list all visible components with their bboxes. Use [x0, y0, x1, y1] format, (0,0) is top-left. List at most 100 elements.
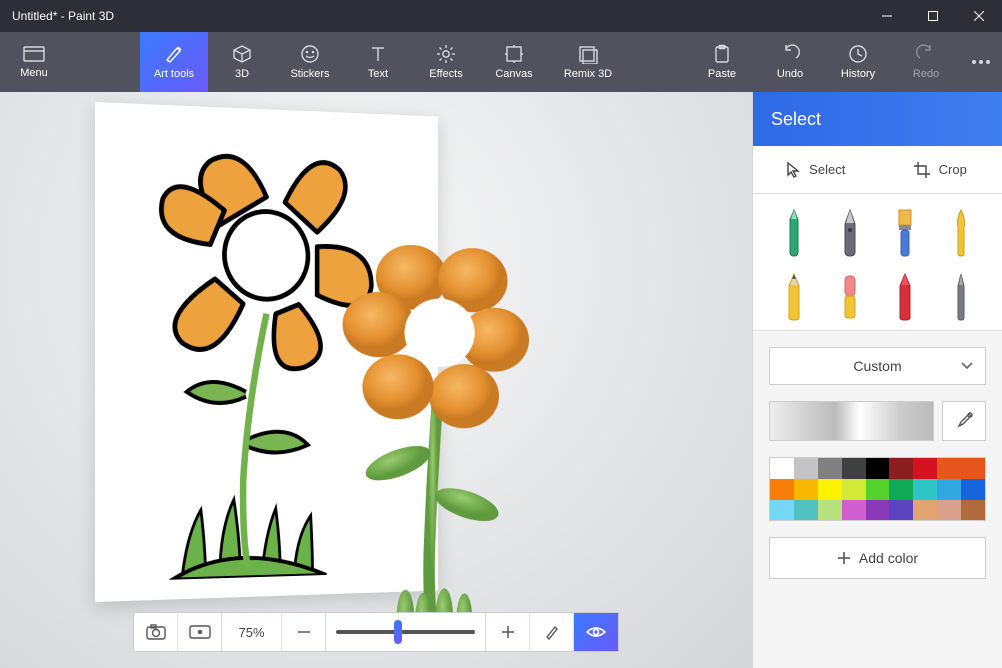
- color-swatch[interactable]: [961, 458, 985, 479]
- plus-icon: [837, 551, 851, 565]
- text-label: Text: [368, 68, 388, 80]
- color-swatch[interactable]: [961, 479, 985, 500]
- add-color-section: Add color: [753, 537, 1002, 595]
- menu-label: Menu: [20, 67, 48, 79]
- color-swatch[interactable]: [913, 500, 937, 521]
- pixel-pen-tool[interactable]: [938, 270, 984, 324]
- color-swatch[interactable]: [794, 458, 818, 479]
- brush-tools: [753, 194, 1002, 331]
- color-swatch[interactable]: [937, 500, 961, 521]
- color-swatch[interactable]: [770, 500, 794, 521]
- color-swatch[interactable]: [889, 458, 913, 479]
- color-swatch[interactable]: [794, 479, 818, 500]
- maximize-button[interactable]: [910, 0, 956, 32]
- window-controls: [864, 0, 1002, 32]
- color-swatch[interactable]: [842, 500, 866, 521]
- zoom-out-button[interactable]: [282, 613, 326, 651]
- crop-label: Crop: [939, 162, 967, 177]
- zoom-in-button[interactable]: [486, 613, 530, 651]
- marker-tool[interactable]: [771, 206, 817, 260]
- color-swatch[interactable]: [818, 458, 842, 479]
- thickness-value: Custom: [853, 358, 901, 374]
- paste-label: Paste: [708, 68, 736, 80]
- remix3d-label: Remix 3D: [564, 68, 612, 80]
- main-area: 75% Select Select Crop: [0, 92, 1002, 668]
- brush-tool[interactable]: [883, 206, 929, 260]
- color-swatch-section: [753, 401, 1002, 457]
- color-swatch[interactable]: [937, 458, 961, 479]
- eyedropper-icon: [955, 412, 973, 430]
- add-color-label: Add color: [859, 550, 918, 566]
- palette-section: [753, 457, 1002, 537]
- color-swatch[interactable]: [937, 479, 961, 500]
- color-swatch[interactable]: [818, 479, 842, 500]
- panel-title: Select: [753, 92, 1002, 146]
- color-swatch[interactable]: [913, 458, 937, 479]
- zoom-slider[interactable]: [326, 613, 486, 651]
- view-mode-button[interactable]: [574, 613, 618, 651]
- cursor-icon: [785, 161, 801, 179]
- color-swatch[interactable]: [842, 458, 866, 479]
- color-swatch[interactable]: [866, 479, 890, 500]
- undo-button[interactable]: Undo: [756, 32, 824, 92]
- color-swatch[interactable]: [770, 479, 794, 500]
- zoom-value: 75%: [222, 613, 282, 651]
- color-swatch[interactable]: [889, 500, 913, 521]
- 3d-label: 3D: [235, 68, 249, 80]
- canvas-tab[interactable]: Canvas: [480, 32, 548, 92]
- art-tools-label: Art tools: [154, 68, 194, 80]
- select-crop-row: Select Crop: [753, 146, 1002, 194]
- color-swatch[interactable]: [818, 500, 842, 521]
- add-color-button[interactable]: Add color: [769, 537, 986, 579]
- select-button[interactable]: Select: [753, 161, 878, 179]
- camera-button[interactable]: [134, 613, 178, 651]
- art-tools-tab[interactable]: Art tools: [140, 32, 208, 92]
- thickness-section: Custom: [753, 331, 1002, 401]
- edit-mode-button[interactable]: [530, 613, 574, 651]
- color-swatch[interactable]: [866, 500, 890, 521]
- chevron-down-icon: [961, 362, 973, 370]
- redo-button[interactable]: Redo: [892, 32, 960, 92]
- close-button[interactable]: [956, 0, 1002, 32]
- stickers-label: Stickers: [290, 68, 329, 80]
- canvas-zone[interactable]: 75%: [0, 92, 752, 668]
- effects-tab[interactable]: Effects: [412, 32, 480, 92]
- color-swatch[interactable]: [794, 500, 818, 521]
- color-swatch[interactable]: [866, 458, 890, 479]
- redo-label: Redo: [913, 68, 939, 80]
- menu-button[interactable]: Menu: [0, 32, 68, 92]
- 3d-tab[interactable]: 3D: [208, 32, 276, 92]
- color-swatch[interactable]: [961, 500, 985, 521]
- history-button[interactable]: History: [824, 32, 892, 92]
- calligraphy-tool[interactable]: [827, 206, 873, 260]
- side-panel: Select Select Crop Custom: [752, 92, 1002, 668]
- text-tab[interactable]: Text: [344, 32, 412, 92]
- current-color-swatch[interactable]: [769, 401, 934, 441]
- aspect-button[interactable]: [178, 613, 222, 651]
- color-swatch[interactable]: [770, 458, 794, 479]
- color-swatch[interactable]: [842, 479, 866, 500]
- crop-icon: [913, 161, 931, 179]
- pencil-tool[interactable]: [771, 270, 817, 324]
- canvas-label: Canvas: [495, 68, 532, 80]
- color-palette: [769, 457, 986, 521]
- ribbon-toolbar: Menu Art tools 3D Stickers Text Effects …: [0, 32, 1002, 92]
- undo-label: Undo: [777, 68, 803, 80]
- crayon-tool[interactable]: [883, 270, 929, 324]
- paste-button[interactable]: Paste: [688, 32, 756, 92]
- color-swatch[interactable]: [913, 479, 937, 500]
- eyedropper-button[interactable]: [942, 401, 986, 441]
- thickness-dropdown[interactable]: Custom: [769, 347, 986, 385]
- eraser-tool[interactable]: [827, 270, 873, 324]
- remix3d-tab[interactable]: Remix 3D: [548, 32, 628, 92]
- minimize-button[interactable]: [864, 0, 910, 32]
- oil-brush-tool[interactable]: [938, 206, 984, 260]
- window-title: Untitled* - Paint 3D: [12, 9, 114, 23]
- title-bar: Untitled* - Paint 3D: [0, 0, 1002, 32]
- more-button[interactable]: [960, 32, 1002, 92]
- color-swatch[interactable]: [889, 479, 913, 500]
- canvas-easel: [95, 102, 550, 662]
- stickers-tab[interactable]: Stickers: [276, 32, 344, 92]
- flower-3d-model: [335, 218, 563, 642]
- crop-button[interactable]: Crop: [878, 161, 1002, 179]
